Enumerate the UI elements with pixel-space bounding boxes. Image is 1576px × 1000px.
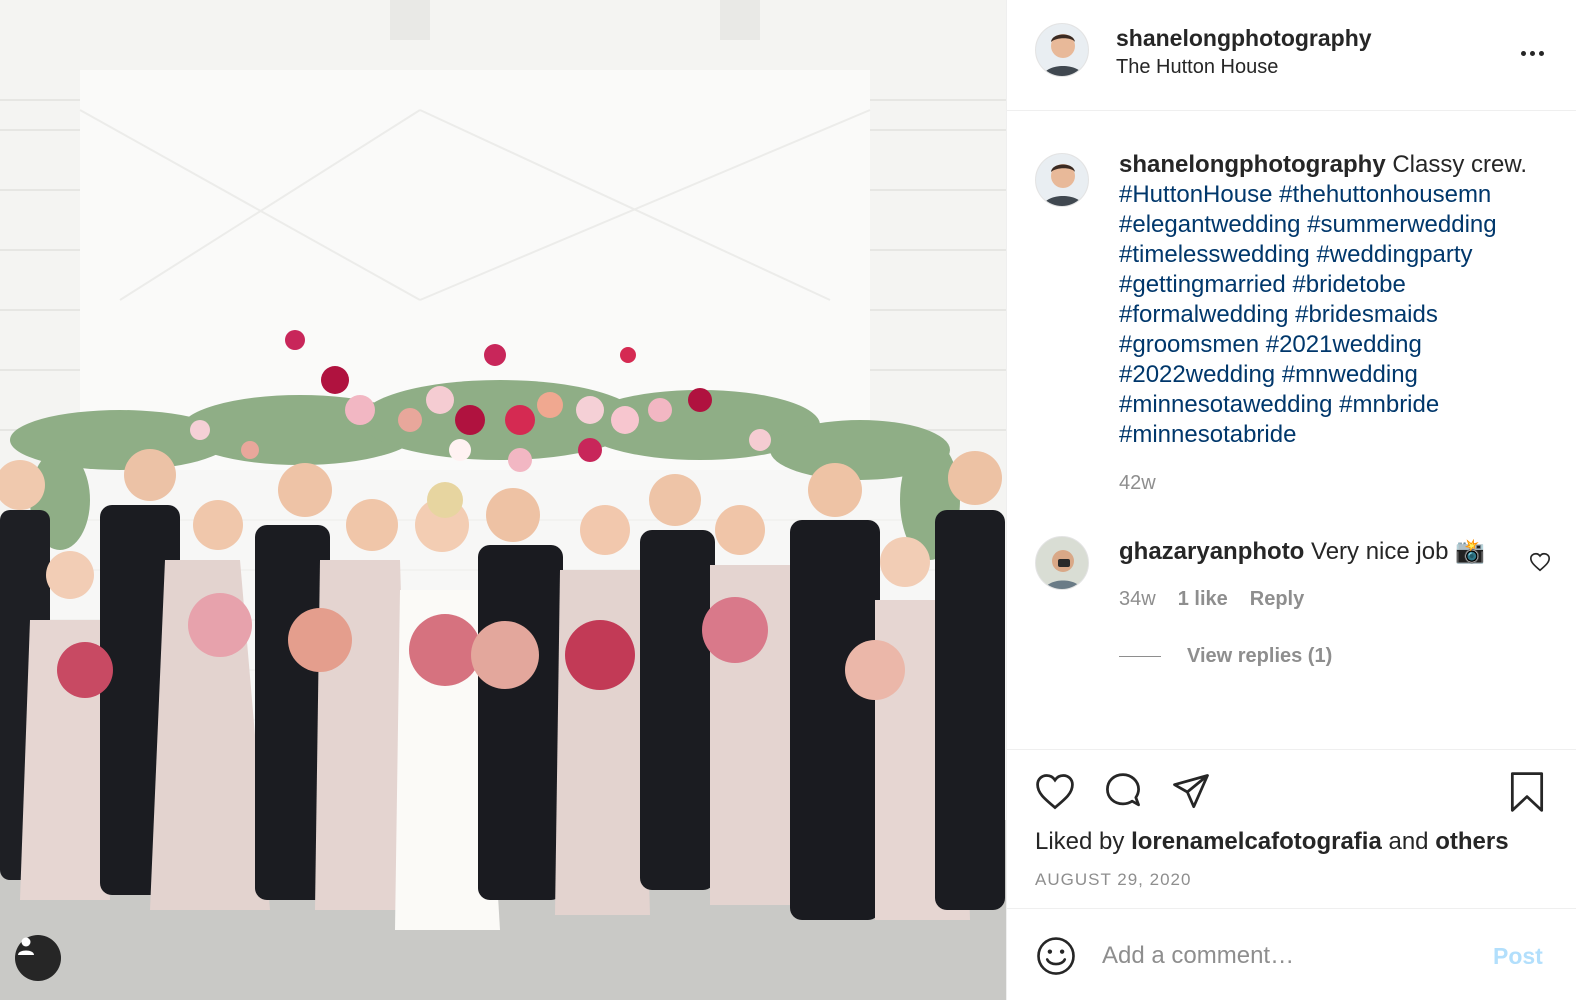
replies-divider (1119, 656, 1161, 657)
comments-section: shanelongphotography Classy crew. #Hutto… (1007, 112, 1576, 748)
caption-username[interactable]: shanelongphotography (1119, 151, 1386, 178)
avatar-image (1036, 537, 1088, 589)
hashtag[interactable]: #thehuttonhousemn (1279, 181, 1491, 208)
liked-by-prefix: Liked by (1035, 828, 1125, 855)
post-actions: Liked by lorenamelcafotografia and other… (1007, 749, 1576, 907)
post-side-panel: shanelongphotography The Hutton House sh… (1006, 0, 1576, 1000)
commenter-avatar[interactable] (1035, 536, 1089, 590)
comment-like-icon[interactable] (1529, 551, 1551, 573)
post-header: shanelongphotography The Hutton House (1007, 0, 1576, 111)
comment-likes[interactable]: 1 like (1178, 588, 1228, 611)
hashtag[interactable]: #minnesotawedding (1119, 391, 1332, 418)
post-comment-button[interactable]: Post (1493, 943, 1543, 970)
liked-by-user[interactable]: lorenamelcafotografia (1131, 828, 1382, 855)
hashtag[interactable]: #HuttonHouse (1119, 181, 1272, 208)
hashtag[interactable]: #2022wedding (1119, 361, 1275, 388)
user-tag-button[interactable] (15, 935, 61, 981)
more-options-icon (1520, 50, 1526, 56)
view-replies-label: View replies (1) (1187, 645, 1333, 667)
avatar-image (1036, 154, 1088, 206)
wedding-party-image (0, 0, 1006, 1000)
post-caption: shanelongphotography Classy crew. #Hutto… (1119, 150, 1559, 450)
hashtag[interactable]: #bridetobe (1292, 271, 1405, 298)
hashtag[interactable]: #mnbride (1339, 391, 1439, 418)
user-tag-icon (18, 937, 34, 955)
hashtag[interactable]: #elegantwedding (1119, 211, 1301, 238)
comment-meta: 34w 1 like Reply (1119, 588, 1304, 611)
hashtag[interactable]: #minnesotabride (1119, 421, 1296, 448)
caption-avatar[interactable] (1035, 153, 1089, 207)
comment-input[interactable] (1102, 935, 1472, 977)
avatar-image (1036, 24, 1088, 76)
post-photo[interactable] (0, 0, 1006, 1000)
post-location[interactable]: The Hutton House (1116, 56, 1278, 79)
hashtag[interactable]: #weddingparty (1316, 241, 1472, 268)
author-username[interactable]: shanelongphotography (1116, 25, 1372, 52)
comment-username[interactable]: ghazaryanphoto (1119, 538, 1304, 565)
hashtag[interactable]: #formalwedding (1119, 301, 1288, 328)
liked-by-and: and (1388, 828, 1429, 855)
hashtag[interactable]: #summerwedding (1307, 211, 1496, 238)
comment-body: ghazaryanphoto Very nice job 📸 (1119, 537, 1485, 566)
hashtag[interactable]: #timelesswedding (1119, 241, 1310, 268)
hashtag[interactable]: #2021wedding (1266, 331, 1422, 358)
add-comment-bar: Post (1007, 908, 1576, 1000)
hashtag[interactable]: #groomsmen (1119, 331, 1259, 358)
comment-item: ghazaryanphoto Very nice job 📸 34w 1 lik… (1007, 532, 1576, 672)
comment-icon[interactable] (1101, 770, 1145, 814)
hashtag[interactable]: #bridesmaids (1295, 301, 1438, 328)
view-replies-button[interactable]: View replies (1) (1119, 645, 1332, 668)
caption-text: Classy crew. (1392, 151, 1528, 178)
caption-timestamp[interactable]: 42w (1119, 472, 1156, 495)
more-options-button[interactable] (1517, 38, 1547, 68)
post-date[interactable]: AUGUST 29, 2020 (1035, 870, 1191, 890)
author-avatar[interactable] (1035, 23, 1089, 77)
reply-button[interactable]: Reply (1250, 588, 1304, 611)
liked-by-others[interactable]: others (1435, 828, 1508, 855)
hashtag[interactable]: #gettingmarried (1119, 271, 1286, 298)
emoji-icon[interactable] (1035, 935, 1077, 977)
likes-summary: Liked by lorenamelcafotografia and other… (1035, 828, 1509, 856)
hashtag[interactable]: #mnwedding (1282, 361, 1418, 388)
comment-text: Very nice job 📸 (1311, 538, 1485, 565)
bookmark-icon[interactable] (1505, 770, 1549, 814)
share-icon[interactable] (1169, 770, 1213, 814)
heart-icon[interactable] (1033, 770, 1077, 814)
comment-timestamp[interactable]: 34w (1119, 588, 1156, 611)
